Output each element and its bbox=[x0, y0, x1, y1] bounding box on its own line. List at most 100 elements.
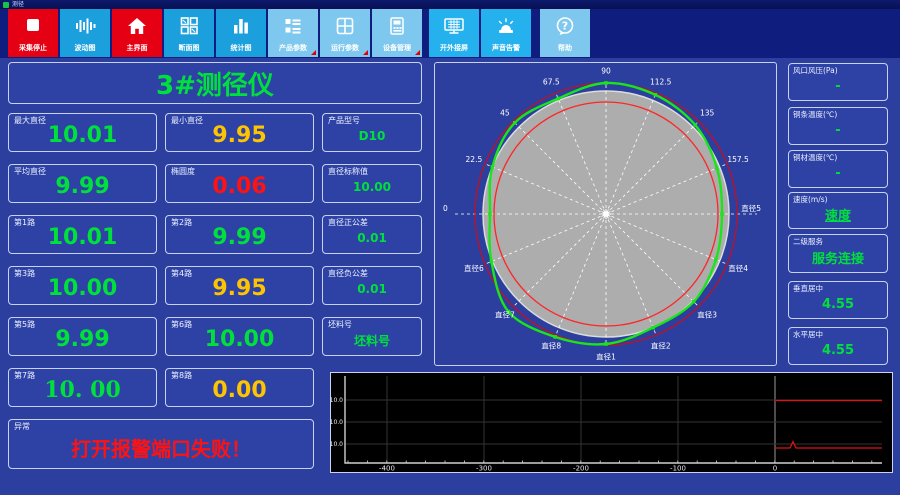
cross-section-chart-panel: 0 22.5 45 67.5 90 112.5 135 157.5 直径5 直径4 直径3 直径2 直径… bbox=[434, 62, 777, 366]
help-button[interactable]: ? 帮助 bbox=[540, 9, 590, 57]
button-label: 采集停止 bbox=[19, 44, 47, 52]
device-mgmt-button[interactable]: 设备管理 bbox=[372, 9, 422, 57]
button-label: 波动图 bbox=[74, 44, 96, 52]
metric-nominal-diameter: 直径标称值 10.00 bbox=[322, 164, 422, 203]
dropdown-arrow-icon bbox=[363, 50, 368, 55]
section-chart-button[interactable]: 断面图 bbox=[164, 9, 214, 57]
device-icon bbox=[372, 9, 422, 43]
wave-chart-button[interactable]: 波动图 bbox=[60, 9, 110, 57]
metric-value: 坯料号 bbox=[353, 333, 390, 348]
metric-path-7: 第7路 10. 00 bbox=[8, 368, 157, 407]
profile-marker bbox=[512, 120, 517, 125]
home-icon bbox=[112, 9, 162, 43]
x-tick-label: -300 bbox=[476, 465, 492, 473]
metric-max-diameter: 最大直径 10.01 bbox=[8, 113, 157, 152]
angle-label: 直径4 bbox=[728, 263, 748, 273]
angle-label: 90 bbox=[601, 67, 611, 76]
angle-label: 直径5 bbox=[741, 203, 761, 213]
metric-product-model: 产品型号 D10 bbox=[322, 113, 422, 152]
center-dot bbox=[604, 212, 608, 216]
status-panel-6: 水平居中 4.55 bbox=[788, 327, 888, 365]
angle-label: 直径8 bbox=[541, 341, 561, 351]
angle-label: 135 bbox=[700, 108, 715, 117]
profile-marker bbox=[488, 212, 492, 216]
angle-label: 直径3 bbox=[697, 310, 717, 320]
main-screen-button[interactable]: 主界面 bbox=[112, 9, 162, 57]
gauge-title: 3#测径仪 bbox=[156, 70, 274, 101]
status-value[interactable]: 速度 bbox=[789, 201, 887, 228]
metric-value: 0.00 bbox=[212, 377, 267, 403]
bar-chart-icon bbox=[216, 9, 266, 43]
metric-value: 0.01 bbox=[357, 282, 387, 296]
angle-label: 157.5 bbox=[727, 155, 749, 164]
profile-marker bbox=[553, 335, 557, 339]
metric-plus-tolerance: 直径正公差 0.01 bbox=[322, 215, 422, 254]
dropdown-arrow-icon bbox=[415, 50, 420, 55]
profile-marker bbox=[653, 93, 658, 97]
metric-value: 9.99 bbox=[55, 326, 110, 352]
cross-section-chart: 0 22.5 45 67.5 90 112.5 135 157.5 直径5 直径4 直径3 直径2 直径… bbox=[443, 67, 761, 362]
stop-icon bbox=[8, 9, 58, 43]
metric-value: 10.00 bbox=[353, 180, 391, 194]
dropdown-arrow-icon bbox=[311, 50, 316, 55]
metric-ovality: 椭圆度 0.06 bbox=[165, 164, 314, 203]
button-label: 设备管理 bbox=[383, 44, 411, 52]
status-value: - bbox=[835, 122, 841, 138]
status-value: 4.55 bbox=[821, 342, 855, 358]
x-tick-label: 0 bbox=[773, 465, 777, 473]
exception-message: 打开报警端口失败！ bbox=[71, 437, 251, 461]
gauge-title-box: 3#测径仪 bbox=[8, 62, 422, 104]
metric-value: 10.01 bbox=[47, 122, 118, 148]
metric-value: 9.99 bbox=[212, 224, 267, 250]
run-params-button[interactable]: 运行参数 bbox=[320, 9, 370, 57]
profile-marker bbox=[720, 212, 724, 216]
metric-value: 10.00 bbox=[47, 275, 118, 301]
metric-path-4: 第4路 9.95 bbox=[165, 266, 314, 305]
product-list-icon bbox=[268, 9, 318, 43]
angle-label: 直径1 bbox=[596, 352, 616, 362]
status-panel-0: 风口风压(Pa) - bbox=[788, 63, 888, 101]
trend-chart: -400 -300 -200 -100 0 10.0 10.0 10.0 bbox=[330, 373, 892, 473]
profile-marker bbox=[490, 165, 495, 169]
status-panel-2: 铜材温度(℃) - bbox=[788, 150, 888, 188]
external-screen-button[interactable]: 开外接屏 bbox=[429, 9, 479, 57]
button-label: 帮助 bbox=[558, 44, 572, 52]
y-tick-label: 10.0 bbox=[331, 397, 343, 404]
sound-alarm-button[interactable]: 声音告警 bbox=[481, 9, 531, 57]
profile-marker bbox=[604, 342, 608, 346]
button-label: 开外接屏 bbox=[440, 44, 468, 52]
metric-value: 0.01 bbox=[357, 231, 387, 245]
x-tick-label: -100 bbox=[670, 465, 686, 473]
metric-min-diameter: 最小直径 9.95 bbox=[165, 113, 314, 152]
status-panel-3: 速度(m/s) 速度 bbox=[788, 192, 888, 229]
metric-path-5: 第5路 9.99 bbox=[8, 317, 157, 356]
section-grid-icon bbox=[164, 9, 214, 43]
profile-marker bbox=[651, 325, 655, 330]
angle-label: 22.5 bbox=[466, 155, 483, 164]
metric-value: 9.95 bbox=[212, 275, 267, 301]
button-label: 统计图 bbox=[230, 44, 252, 52]
button-label: 运行参数 bbox=[331, 44, 359, 52]
profile-marker bbox=[691, 299, 696, 304]
metric-minus-tolerance: 直径负公差 0.01 bbox=[322, 266, 422, 305]
x-tick-label: -400 bbox=[379, 465, 395, 473]
x-tick-label: -200 bbox=[573, 465, 589, 473]
product-params-button[interactable]: 产品参数 bbox=[268, 9, 318, 57]
angle-label: 112.5 bbox=[650, 77, 672, 86]
metric-billet-number: 坯料号 坯料号 bbox=[322, 317, 422, 356]
svg-text:?: ? bbox=[562, 20, 568, 33]
status-panel-4: 二级服务 服务连接 bbox=[788, 234, 888, 273]
status-panel-5: 垂直居中 4.55 bbox=[788, 281, 888, 319]
stats-chart-button[interactable]: 统计图 bbox=[216, 9, 266, 57]
acquisition-stop-button[interactable]: 采集停止 bbox=[8, 9, 58, 57]
toolbar: 采集停止 波动图 主界面 断面图 统计图 产品参数 运行参数 设备管理 开外接屏… bbox=[0, 9, 900, 58]
window-title: 测径 bbox=[12, 0, 25, 8]
profile-marker bbox=[714, 257, 718, 262]
status-value: 4.55 bbox=[821, 296, 855, 312]
angle-label: 0 bbox=[443, 204, 448, 213]
metric-value: 9.99 bbox=[55, 173, 110, 199]
button-label: 声音告警 bbox=[492, 44, 520, 52]
button-label: 主界面 bbox=[126, 44, 148, 52]
profile-marker bbox=[715, 166, 719, 170]
angle-label: 直径2 bbox=[651, 341, 671, 351]
